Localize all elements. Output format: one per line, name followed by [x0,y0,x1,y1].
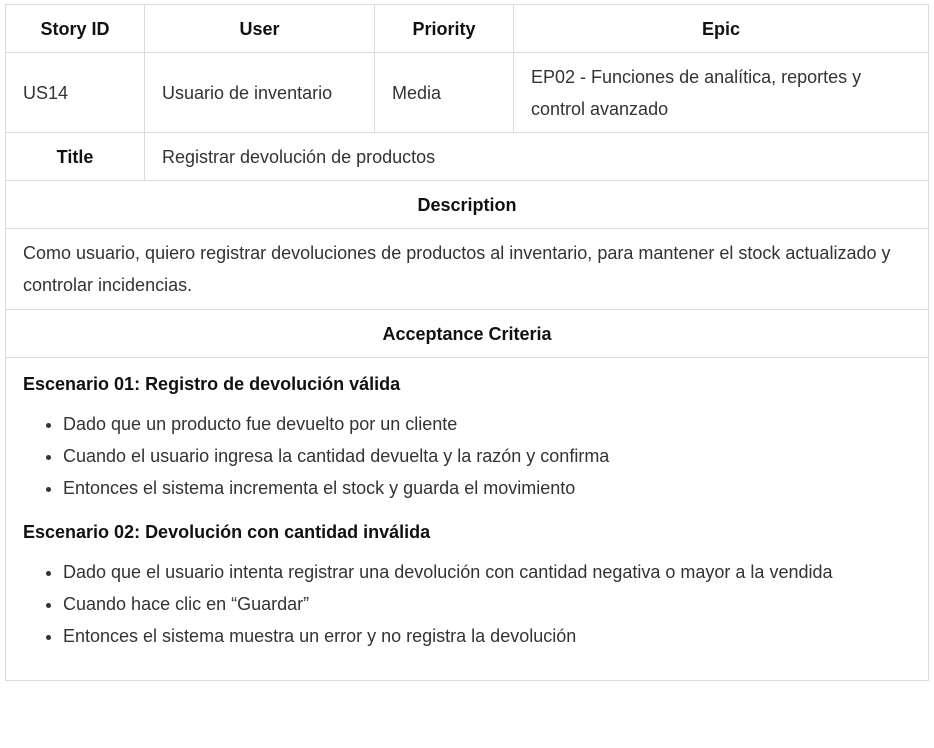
story-row: US14 Usuario de inventario Media EP02 - … [5,52,929,133]
scenario-title: Escenario 02: Devolución con cantidad in… [23,522,431,542]
title-label: Title [5,132,145,181]
title-row: Title Registrar devolución de productos [5,132,929,181]
scenario-steps: Dado que un producto fue devuelto por un… [23,408,911,504]
acceptance-header: Acceptance Criteria [5,309,929,358]
scenario-step: Entonces el sistema muestra un error y n… [63,620,911,652]
scenario-step: Dado que un producto fue devuelto por un… [63,408,911,440]
epic-header: Epic [513,4,929,53]
story-id-header: Story ID [5,4,145,53]
user-value: Usuario de inventario [144,52,375,133]
priority-value: Media [374,52,514,133]
epic-value: EP02 - Funciones de analítica, reportes … [513,52,929,133]
acceptance-header-row: Acceptance Criteria [5,309,929,358]
user-story-table: Story ID User Priority Epic US14 Usuario… [5,4,929,681]
priority-header: Priority [374,4,514,53]
acceptance-row: Escenario 01: Registro de devolución vál… [5,357,929,681]
scenario-step: Dado que el usuario intenta registrar un… [63,556,911,588]
description-row: Como usuario, quiero registrar devolucio… [5,228,929,310]
description-header-row: Description [5,180,929,229]
scenario-title: Escenario 01: Registro de devolución vál… [23,374,401,394]
scenario-step: Entonces el sistema incrementa el stock … [63,472,911,504]
scenario-step: Cuando hace clic en “Guardar” [63,588,911,620]
story-id-value: US14 [5,52,145,133]
title-value: Registrar devolución de productos [144,132,929,181]
description-header: Description [5,180,929,229]
user-header: User [144,4,375,53]
scenario-steps: Dado que el usuario intenta registrar un… [23,556,911,652]
description-text: Como usuario, quiero registrar devolucio… [5,228,929,310]
acceptance-criteria: Escenario 01: Registro de devolución vál… [5,357,929,681]
header-row: Story ID User Priority Epic [5,4,929,53]
scenario-step: Cuando el usuario ingresa la cantidad de… [63,440,911,472]
